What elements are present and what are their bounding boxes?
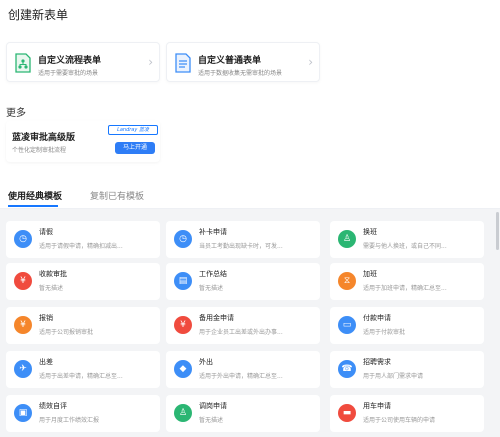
template-card[interactable]: ▭ 付款申请适用于付款审批: [330, 307, 484, 344]
template-card[interactable]: ¥ 报销适用于公司报销审批: [6, 307, 160, 344]
template-name: 收款审批: [39, 270, 67, 278]
template-desc: 需要与他人换班，或自己不同...: [363, 243, 447, 250]
template-desc: 暂无描述: [39, 285, 64, 292]
template-card[interactable]: ✈ 出差适用于出差申请，精确汇总至...: [6, 351, 160, 388]
transfer-icon: ♙: [174, 404, 192, 422]
car-icon: ▬: [338, 404, 356, 422]
template-card[interactable]: ¥ 收款审批暂无描述: [6, 263, 160, 300]
landray-logo: Landray 蓝凌: [108, 125, 158, 135]
template-card[interactable]: ◷ 请假适用于请假申请，精确扣减出...: [6, 221, 160, 258]
clock-icon: ◷: [14, 230, 32, 248]
landray-promo-card[interactable]: 蓝凌审批高级版 个性化定制审批流程 Landray 蓝凌 马上开通: [6, 121, 160, 162]
card-icon: ▭: [338, 316, 356, 334]
template-desc: 适用于出差申请，精确汇总至...: [39, 373, 123, 380]
document-form-icon: [175, 53, 191, 73]
template-name: 招聘需求: [363, 358, 391, 366]
template-card[interactable]: ♙ 调岗申请暂无描述: [166, 395, 320, 432]
template-name: 外出: [199, 358, 213, 366]
template-desc: 适用于请假申请，精确扣减出...: [39, 243, 123, 250]
card-desc: 适用于需要审批的场景: [38, 70, 99, 77]
template-name: 报销: [39, 314, 53, 322]
template-card[interactable]: ♙ 换班需要与他人换班，或自己不同...: [330, 221, 484, 258]
template-card[interactable]: ▤ 工作总结暂无描述: [166, 263, 320, 300]
template-desc: 用于月度工作绩效汇报: [39, 417, 100, 424]
page-title: 创建新表单: [8, 8, 69, 22]
recruit-icon: ☎: [338, 360, 356, 378]
card-desc: 适用于数据收集无需审批的场景: [198, 70, 283, 77]
template-card[interactable]: ¥ 备用金申请用于企业员工出差或外出办事...: [166, 307, 320, 344]
template-name: 付款申请: [363, 314, 391, 322]
template-card[interactable]: ⧖ 加班适用于加班申请，精确汇总至...: [330, 263, 484, 300]
money-bag-icon: ¥: [174, 316, 192, 334]
promo-desc: 个性化定制审批流程: [12, 147, 67, 154]
template-name: 加班: [363, 270, 377, 278]
evaluation-icon: ▣: [14, 404, 32, 422]
scrollbar[interactable]: [496, 212, 499, 250]
template-name: 请假: [39, 228, 53, 236]
template-name: 绩效自评: [39, 402, 67, 410]
chevron-right-icon: ›: [148, 55, 153, 69]
tab-copy-existing[interactable]: 复制已有模板: [90, 189, 144, 202]
template-desc: 暂无描述: [199, 285, 224, 292]
card-title: 自定义普通表单: [198, 56, 262, 66]
active-tab-indicator: [8, 205, 58, 207]
custom-normal-form-card[interactable]: 自定义普通表单 适用于数据收集无需审批的场景 ›: [166, 42, 320, 82]
template-name: 出差: [39, 358, 53, 366]
template-desc: 适用于付款审批: [363, 329, 406, 336]
template-name: 用车申请: [363, 402, 391, 410]
template-name: 工作总结: [199, 270, 227, 278]
template-card[interactable]: ☎ 招聘需求用于用人部门需求申请: [330, 351, 484, 388]
template-desc: 用于企业员工出差或外出办事...: [199, 329, 283, 336]
flow-form-icon: [15, 53, 31, 73]
template-desc: 适用于公司报销审批: [39, 329, 94, 336]
overtime-icon: ⧖: [338, 272, 356, 290]
tab-classic-templates[interactable]: 使用经典模板: [8, 189, 62, 202]
tag-icon: ◆: [174, 360, 192, 378]
money-icon: ¥: [14, 272, 32, 290]
template-name: 换班: [363, 228, 377, 236]
document-icon: ▤: [174, 272, 192, 290]
template-desc: 用于用人部门需求申请: [363, 373, 424, 380]
airplane-icon: ✈: [14, 360, 32, 378]
template-desc: 适用于加班申请，精确汇总至...: [363, 285, 447, 292]
activate-now-button[interactable]: 马上开通: [115, 142, 155, 154]
template-name: 调岗申请: [199, 402, 227, 410]
custom-flow-form-card[interactable]: 自定义流程表单 适用于需要审批的场景 ›: [6, 42, 160, 82]
reimburse-icon: ¥: [14, 316, 32, 334]
template-desc: 当员工考勤出现缺卡时，可发...: [199, 243, 283, 250]
template-card[interactable]: ◷ 补卡申请当员工考勤出现缺卡时，可发...: [166, 221, 320, 258]
template-desc: 暂无描述: [199, 417, 224, 424]
person-icon: ♙: [338, 230, 356, 248]
template-card[interactable]: ◆ 外出适用于外出申请，精确汇总至...: [166, 351, 320, 388]
template-desc: 适用于外出申请，精确汇总至...: [199, 373, 283, 380]
card-title: 自定义流程表单: [38, 56, 102, 66]
template-name: 补卡申请: [199, 228, 227, 236]
template-name: 备用金申请: [199, 314, 234, 322]
template-card[interactable]: ▣ 绩效自评用于月度工作绩效汇报: [6, 395, 160, 432]
template-desc: 适用于公司使用车辆的申请: [363, 417, 436, 424]
promo-title: 蓝凌审批高级版: [12, 133, 76, 143]
clock-icon: ◷: [174, 230, 192, 248]
template-card[interactable]: ▬ 用车申请适用于公司使用车辆的申请: [330, 395, 484, 432]
chevron-right-icon: ›: [308, 55, 313, 69]
more-section-label: 更多: [6, 108, 26, 119]
